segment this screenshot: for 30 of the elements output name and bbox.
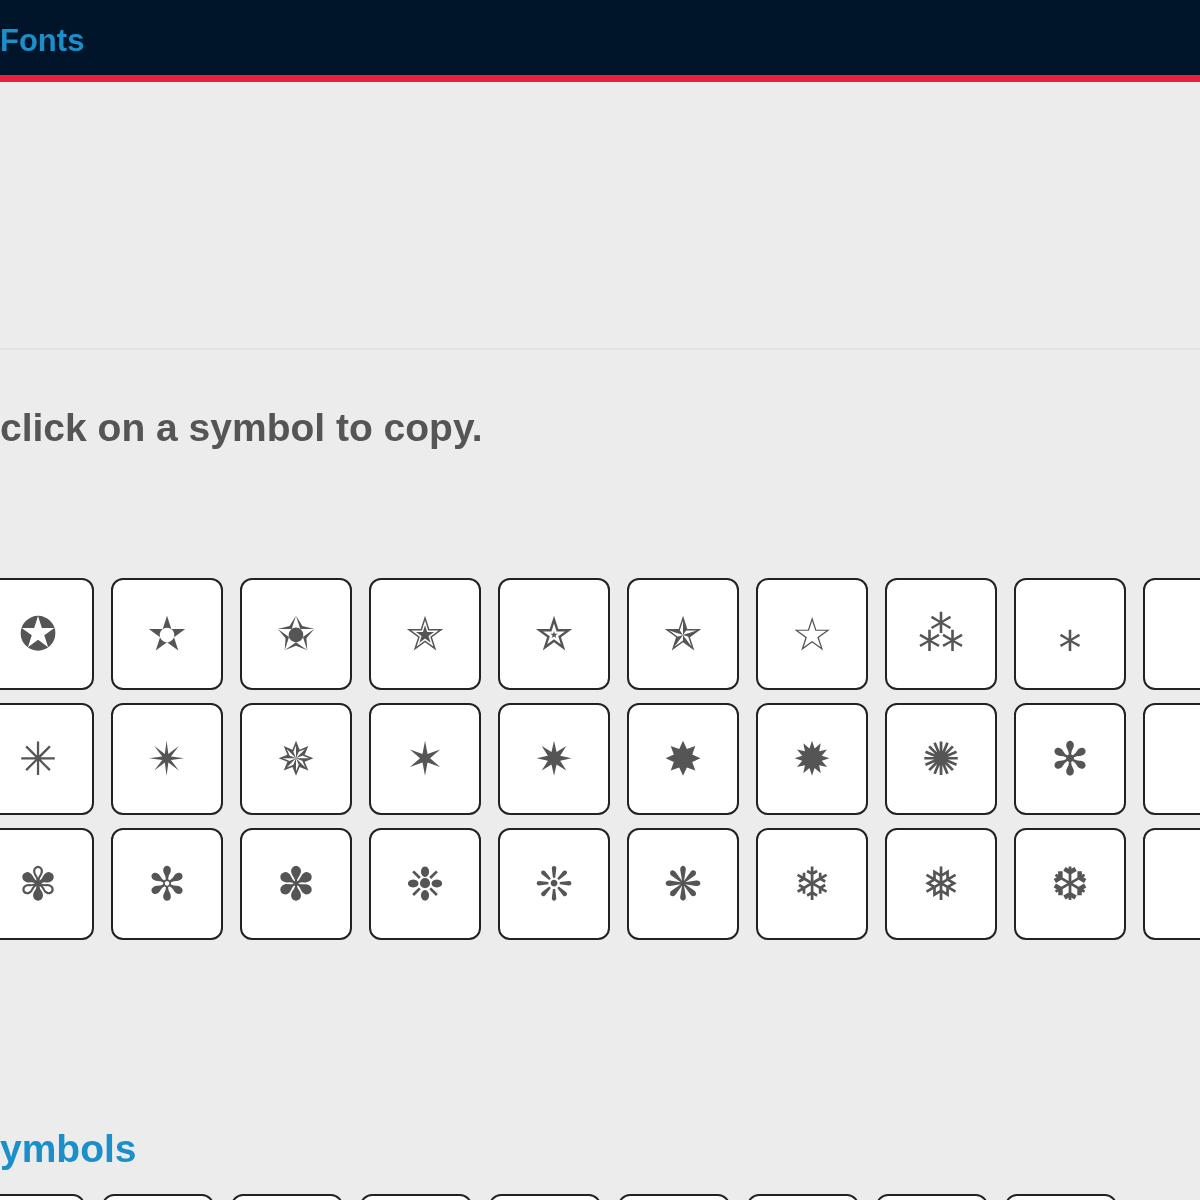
symbol-tile[interactable]: ✹: [756, 703, 868, 815]
symbol-tile[interactable]: ❄: [756, 828, 868, 940]
symbol-tile[interactable]: ✻: [1014, 703, 1126, 815]
symbol-tile[interactable]: ❊: [498, 828, 610, 940]
symbol-tile[interactable]: ✵: [240, 703, 352, 815]
symbol-tile[interactable]: ✽: [240, 828, 352, 940]
symbol-tile[interactable]: ✷: [498, 703, 610, 815]
symbol-tile[interactable]: ❆: [1014, 828, 1126, 940]
symbol-tile[interactable]: ✫: [111, 578, 223, 690]
symbol-tile[interactable]: ⁎: [1014, 578, 1126, 690]
symbol-tile[interactable]: ✬: [240, 578, 352, 690]
section-heading: ymbols: [0, 1126, 137, 1172]
fonts-link[interactable]: Fonts: [0, 25, 85, 56]
symbol-tile[interactable]: ✶: [369, 703, 481, 815]
symbol-tile[interactable]: ❋: [627, 828, 739, 940]
symbol-tile[interactable]: ✾: [0, 828, 94, 940]
symbol-tile[interactable]: ✮: [498, 578, 610, 690]
symbol-tile[interactable]: ✭: [369, 578, 481, 690]
symbol-tile[interactable]: ☆: [756, 578, 868, 690]
symbol-tile[interactable]: ✸: [627, 703, 739, 815]
symbol-tile[interactable]: ✯: [627, 578, 739, 690]
symbol-tile[interactable]: ✺: [885, 703, 997, 815]
symbol-tile[interactable]: ✴: [111, 703, 223, 815]
symbol-tile[interactable]: ✳: [0, 703, 94, 815]
symbol-tile[interactable]: ⁂: [885, 578, 997, 690]
symbol-tile[interactable]: ❉: [369, 828, 481, 940]
symbol-tile[interactable]: ✪: [0, 578, 94, 690]
instruction-text: click on a symbol to copy.: [0, 405, 483, 451]
symbol-tile[interactable]: ❅: [885, 828, 997, 940]
symbol-tile[interactable]: ✼: [111, 828, 223, 940]
